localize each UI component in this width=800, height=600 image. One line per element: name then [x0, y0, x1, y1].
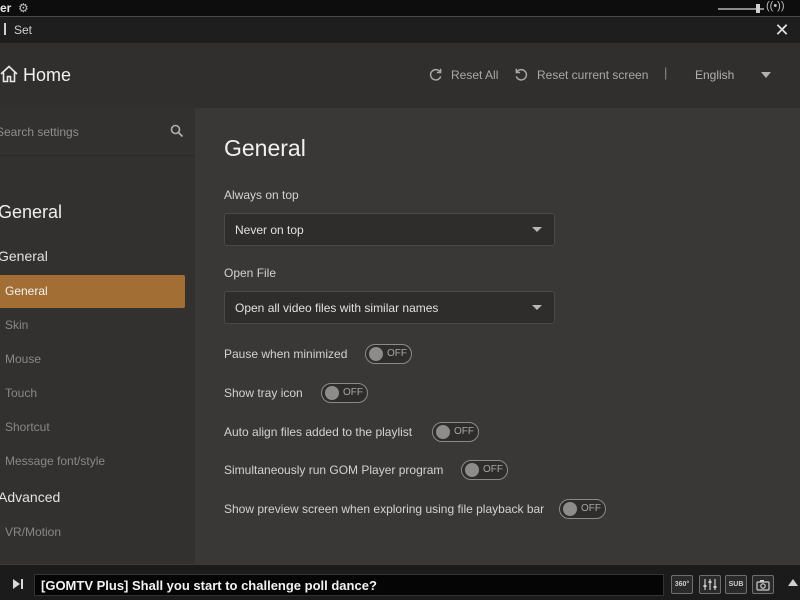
- toggle-state: OFF: [454, 426, 474, 437]
- home-link[interactable]: Home: [23, 65, 71, 86]
- refresh-icon: [515, 68, 528, 81]
- sidebar-item-shortcut[interactable]: Shortcut: [0, 411, 185, 444]
- sidebar-item-general[interactable]: General: [0, 275, 185, 308]
- subtitle-button[interactable]: SUB: [725, 575, 747, 594]
- open-file-value: Open all video files with similar names: [235, 301, 439, 315]
- toggle-state: OFF: [343, 387, 363, 398]
- toggle-knob: [369, 347, 383, 361]
- settings-content: General Always on top Never on top Open …: [195, 108, 800, 564]
- toggle-state: OFF: [581, 503, 601, 514]
- simultaneous-run-toggle[interactable]: OFF: [461, 460, 508, 480]
- player-top-strip: er ⚙ ((•)): [0, 0, 800, 16]
- equalizer-button[interactable]: [699, 575, 721, 594]
- play-next-icon[interactable]: [12, 578, 24, 590]
- preview-screen-toggle[interactable]: OFF: [559, 499, 606, 519]
- player-bottom-bar: [GOMTV Plus] Shall you start to challeng…: [0, 564, 800, 600]
- header-separator: |: [664, 65, 668, 80]
- screenshot-button[interactable]: [752, 575, 774, 594]
- ticker-text: [GOMTV Plus] Shall you start to challeng…: [41, 578, 377, 593]
- sidebar-heading: General: [0, 202, 63, 222]
- dialog-titlebar: Set ✕: [0, 16, 800, 43]
- settings-header: Home Reset All Reset current screen | En…: [0, 43, 800, 108]
- toggle-knob: [563, 502, 577, 516]
- tray-icon-label: Show tray icon: [224, 386, 303, 400]
- sidebar-group-general[interactable]: General: [0, 248, 48, 264]
- toggle-knob: [325, 386, 339, 400]
- pause-minimized-label: Pause when minimized: [224, 347, 348, 361]
- eject-icon[interactable]: [788, 579, 798, 586]
- chevron-down-icon: [532, 227, 542, 232]
- search-icon[interactable]: [170, 124, 184, 138]
- auto-align-label: Auto align files added to the playlist: [224, 425, 413, 439]
- toggle-state: OFF: [483, 464, 503, 475]
- app-title-fragment: er: [0, 1, 12, 15]
- gear-icon[interactable]: ⚙: [18, 1, 29, 15]
- always-on-top-value: Never on top: [235, 223, 304, 237]
- search-box: [0, 108, 195, 156]
- camera-icon: [756, 580, 770, 591]
- open-file-select[interactable]: Open all video files with similar names: [224, 291, 555, 324]
- always-on-top-label: Always on top: [224, 188, 299, 202]
- open-file-label: Open File: [224, 266, 277, 280]
- tray-icon-toggle[interactable]: OFF: [321, 383, 368, 403]
- volume-knob[interactable]: [756, 4, 760, 13]
- always-on-top-select[interactable]: Never on top: [224, 213, 555, 246]
- sidebar-item-vr-motion[interactable]: VR/Motion: [0, 516, 185, 549]
- settings-dialog: Set ✕ Home Reset All Reset current scree…: [0, 16, 800, 564]
- simultaneous-run-label: Simultaneously run GOM Player program: [224, 463, 444, 477]
- chevron-down-icon[interactable]: [761, 72, 771, 78]
- vr-360-button[interactable]: 360°: [671, 575, 693, 594]
- preview-screen-label: Show preview screen when exploring using…: [224, 502, 545, 516]
- settings-sidebar: General General General Skin Mouse Touch…: [0, 108, 195, 564]
- toggle-state: OFF: [387, 348, 407, 359]
- reset-screen-button[interactable]: Reset current screen: [514, 67, 648, 82]
- sidebar-item-mouse[interactable]: Mouse: [0, 343, 185, 376]
- close-icon[interactable]: ✕: [772, 18, 792, 42]
- chevron-down-icon: [532, 305, 542, 310]
- sidebar-item-message-font[interactable]: Message font/style: [0, 445, 185, 478]
- language-select[interactable]: English: [695, 68, 734, 82]
- toggle-knob: [436, 425, 450, 439]
- auto-align-toggle[interactable]: OFF: [432, 422, 479, 442]
- sidebar-item-skin[interactable]: Skin: [0, 309, 185, 342]
- refresh-icon: [429, 68, 442, 81]
- toggle-knob: [465, 463, 479, 477]
- app-icon: [0, 23, 6, 35]
- dialog-title: Set: [14, 23, 33, 37]
- sidebar-item-touch[interactable]: Touch: [0, 377, 185, 410]
- search-input[interactable]: [0, 120, 156, 144]
- reset-all-button[interactable]: Reset All: [428, 67, 498, 82]
- pause-minimized-toggle[interactable]: OFF: [365, 344, 412, 364]
- home-icon[interactable]: [0, 65, 18, 83]
- equalizer-icon: [703, 579, 717, 590]
- reset-screen-label: Reset current screen: [537, 67, 649, 82]
- news-ticker[interactable]: [GOMTV Plus] Shall you start to challeng…: [34, 574, 664, 596]
- broadcast-icon[interactable]: ((•)): [766, 0, 785, 12]
- sidebar-group-advanced[interactable]: Advanced: [0, 489, 60, 505]
- reset-all-label: Reset All: [451, 67, 499, 82]
- page-title: General: [224, 135, 306, 161]
